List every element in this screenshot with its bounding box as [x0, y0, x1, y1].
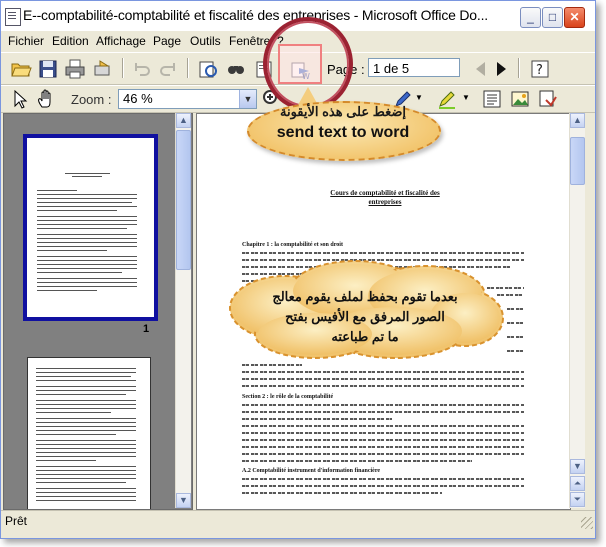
thumbnail-pane: 1	[3, 113, 193, 510]
cloud-line-2: الصور المرفق مع الأفيس بفتح	[285, 309, 445, 324]
section-2-heading: Section 2 : le rôle de la comptabilité	[242, 394, 334, 400]
zoom-value: 46 %	[123, 91, 153, 106]
zoom-select[interactable]: 46 % ▼	[118, 89, 257, 109]
thumbnail-scrollbar[interactable]: ▲ ▼	[175, 113, 191, 508]
callout-send-text-to-word: send text to word	[276, 124, 410, 141]
menu-outils[interactable]: Outils	[190, 34, 221, 48]
cloud-line-3: ما تم طباعته	[331, 329, 399, 344]
next-page-icon[interactable]	[490, 58, 512, 80]
stamp-icon[interactable]	[537, 88, 559, 110]
scroll-up-icon[interactable]: ▲	[176, 113, 191, 128]
doc-scroll-down-icon[interactable]: ▼	[570, 459, 585, 474]
menu-affichage[interactable]: Affichage	[96, 34, 146, 48]
text-box-icon[interactable]	[481, 88, 503, 110]
help-icon[interactable]: ?	[529, 58, 551, 80]
menu-fenetre[interactable]: Fenêtre	[229, 34, 270, 48]
hand-pan-icon[interactable]	[35, 88, 57, 110]
close-button[interactable]: ✕	[564, 7, 585, 28]
thumbnail-scroll-thumb[interactable]	[176, 130, 191, 270]
prev-page-scroll-icon[interactable]: ⏶	[570, 476, 585, 491]
document-scrollbar[interactable]: ▲ ▼ ⏶ ⏷	[569, 113, 585, 508]
prev-page-icon[interactable]	[470, 58, 492, 80]
minimize-button[interactable]: _	[520, 7, 541, 28]
page-thumbnail-1[interactable]	[23, 134, 158, 321]
cloud-line-1: بعدما تقوم بحفظ لملف يقوم معالج	[272, 289, 458, 304]
page-number-field[interactable]: 1 de 5	[368, 58, 460, 77]
image-icon[interactable]	[509, 88, 531, 110]
page-thumbnail-2[interactable]	[27, 357, 151, 509]
document-title-line-2: entreprises	[368, 198, 402, 206]
app-document-icon	[5, 8, 21, 26]
status-text: Prêt	[5, 514, 28, 528]
callout-instruction-text: إضغط على هذه الأيقونة	[279, 104, 406, 119]
menu-fichier[interactable]: Fichier	[8, 34, 44, 48]
cloud-callout-text: بعدما تقوم بحفظ لملف يقوم معالج الصور ال…	[240, 287, 490, 347]
doc-scroll-up-icon[interactable]: ▲	[570, 113, 585, 128]
zoom-label: Zoom :	[71, 92, 112, 107]
resize-grip-icon[interactable]	[581, 517, 593, 529]
save-icon[interactable]	[37, 58, 59, 80]
section-a2-heading: A.2 Comptabilité instrument d'informatio…	[242, 468, 381, 474]
document-title-line-1: Cours de comptabilité et fiscalité des	[330, 189, 440, 197]
ocr-icon[interactable]	[197, 58, 219, 80]
window-title: E--comptabilité-comptabilité et fiscalit…	[23, 7, 488, 23]
find-icon[interactable]	[225, 58, 247, 80]
thumbnail-page-number: 1	[143, 323, 150, 335]
svg-text:?: ?	[536, 63, 543, 78]
send-to-icon[interactable]	[92, 58, 114, 80]
document-scroll-thumb[interactable]	[570, 137, 585, 185]
open-icon[interactable]	[10, 58, 32, 80]
chevron-down-icon[interactable]: ▼	[239, 90, 256, 108]
pen-dropdown-icon[interactable]: ▼	[415, 93, 423, 102]
status-bar: Prêt	[1, 510, 595, 531]
select-arrow-icon[interactable]	[9, 88, 31, 110]
document-title: Cours de comptabilité et fiscalité des e…	[310, 189, 460, 207]
maximize-button[interactable]: □	[542, 7, 563, 28]
next-page-scroll-icon[interactable]: ⏷	[570, 492, 585, 507]
menu-edition[interactable]: Edition	[52, 34, 89, 48]
highlighter-icon[interactable]	[436, 88, 458, 110]
redo-icon[interactable]	[157, 58, 179, 80]
annotation-highlight-box	[278, 44, 322, 84]
highlighter-dropdown-icon[interactable]: ▼	[462, 93, 470, 102]
menu-page[interactable]: Page	[153, 34, 181, 48]
undo-icon[interactable]	[131, 58, 153, 80]
chapter-heading: Chapitre 1 : la comptabilité et son droi…	[242, 242, 343, 248]
scroll-down-icon[interactable]: ▼	[176, 493, 191, 508]
print-icon[interactable]	[64, 58, 86, 80]
